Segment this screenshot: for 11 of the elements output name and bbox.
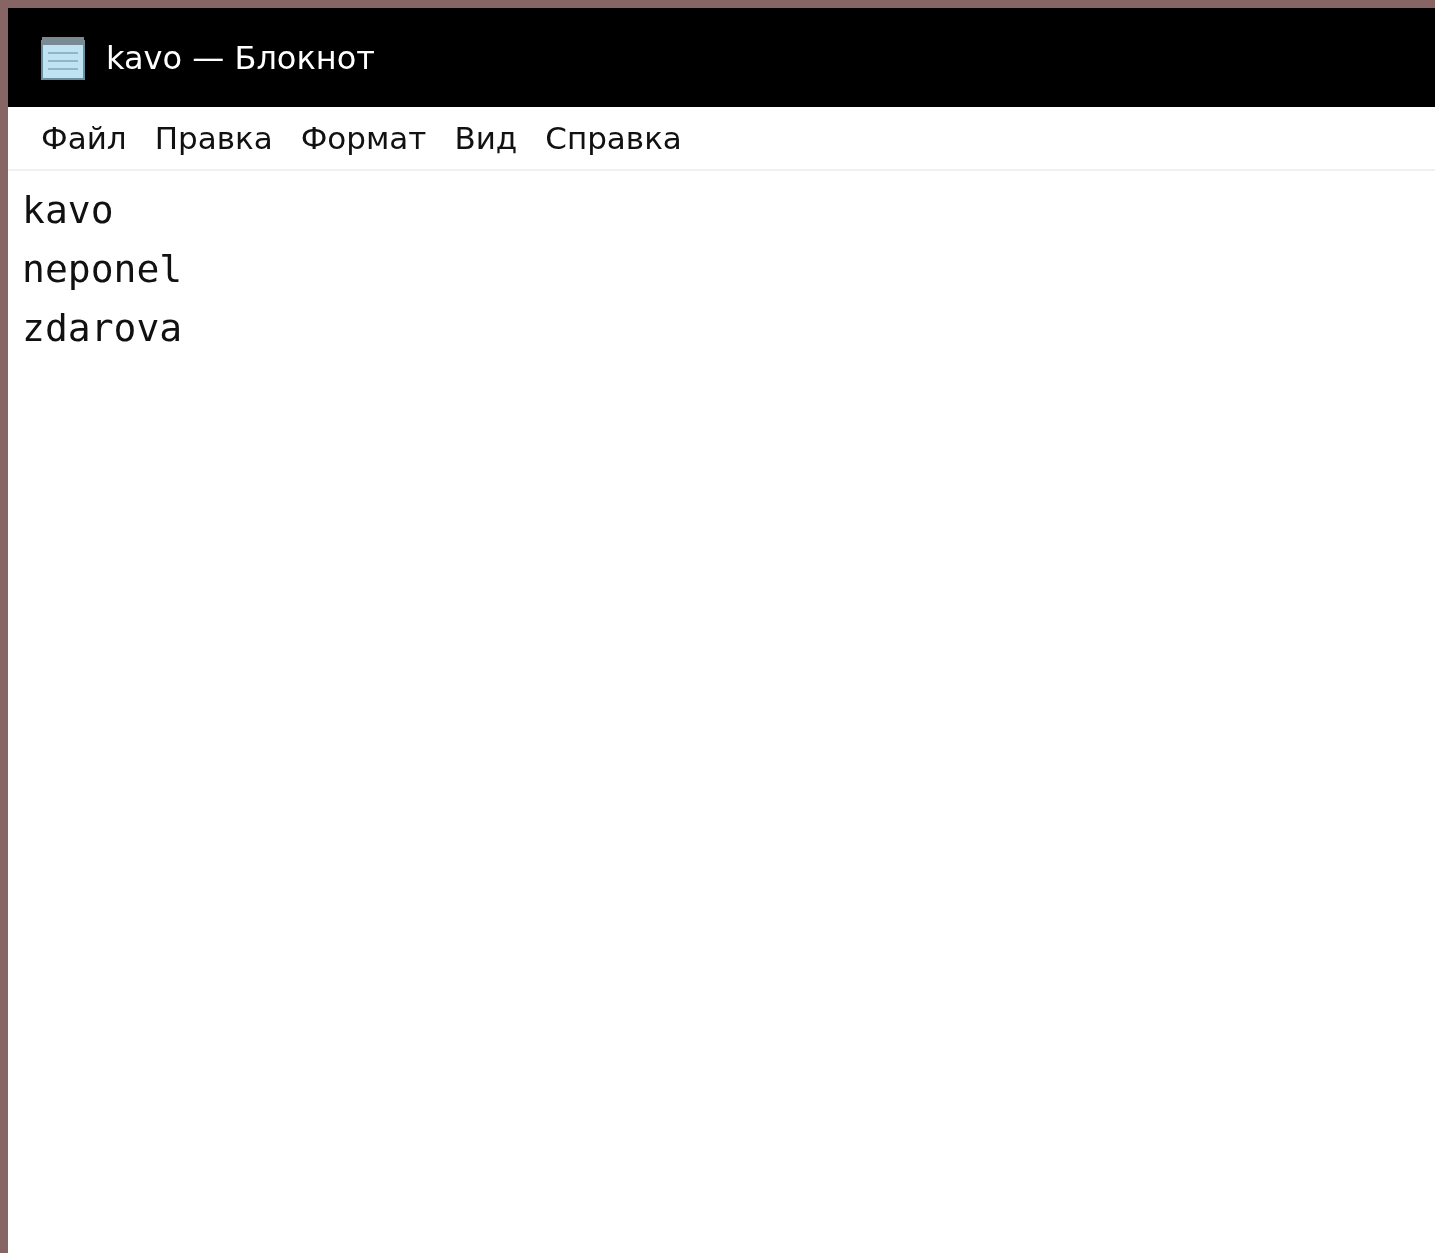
text-line: neponel — [22, 246, 183, 293]
window-title: kavo — Блокнот — [106, 38, 375, 77]
notepad-icon — [38, 34, 88, 81]
menu-item[interactable]: Вид — [445, 120, 527, 156]
text-area[interactable]: kavo neponel zdarova — [8, 171, 1435, 1253]
menu-item[interactable]: Справка — [536, 120, 691, 156]
text-line: zdarova — [22, 305, 183, 352]
menu-item[interactable]: Файл — [32, 120, 136, 156]
menu-item[interactable]: Правка — [145, 120, 282, 156]
text-line: kavo — [22, 187, 114, 234]
menu-item[interactable]: Формат — [291, 120, 436, 156]
